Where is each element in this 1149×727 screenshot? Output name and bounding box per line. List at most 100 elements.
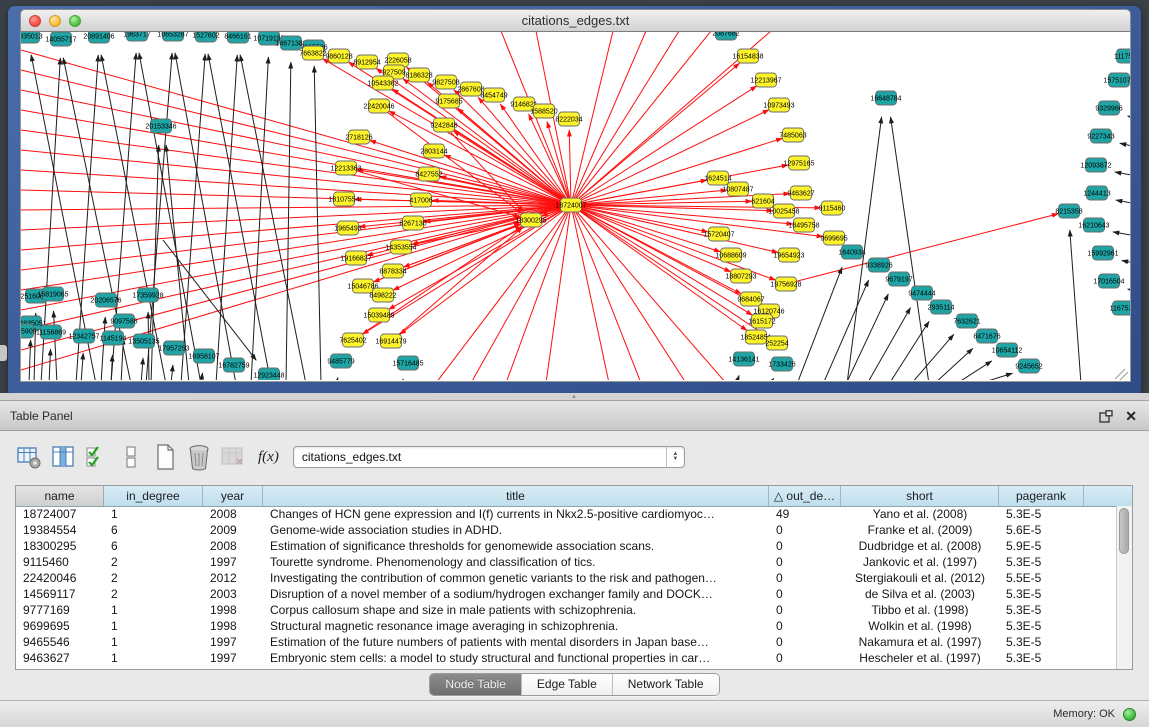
graph-node-label: 7632621 (953, 318, 980, 325)
tab-edge-table[interactable]: Edge Table (522, 674, 613, 695)
table-panel-titlebar: Table Panel ✕ (0, 400, 1149, 431)
table-row[interactable]: 2242004622012Investigating the contribut… (16, 570, 1117, 586)
window-resize-grip[interactable] (1115, 369, 1128, 380)
graph-edge (1113, 232, 1130, 237)
table-row[interactable]: 1456911722003Disruption of a novel membe… (16, 586, 1117, 602)
graph-edge (141, 358, 143, 380)
table-row[interactable]: 1872400712008Changes of HCN gene express… (16, 506, 1117, 522)
new-document-icon (153, 443, 177, 471)
table-cell: 9777169 (16, 602, 104, 618)
column-header-year[interactable]: year (203, 486, 263, 506)
table-cell: 22420046 (16, 570, 104, 586)
select-visible-columns-button[interactable] (82, 443, 112, 471)
graph-node-label: 2226058 (384, 57, 411, 64)
graph-edge (571, 205, 778, 253)
table-cell: 5.3E-5 (999, 618, 1084, 634)
graph-node-label: 927509 (382, 69, 405, 76)
show-columns-button[interactable] (48, 443, 78, 471)
graph-node-label: 18300295 (515, 217, 546, 224)
table-gear-icon (16, 444, 42, 470)
combo-stepper-icon: ▲▼ (666, 447, 684, 467)
table-row[interactable]: 911546021997Tourette syndrome. Phenomeno… (16, 554, 1117, 570)
float-panel-button[interactable] (1099, 410, 1113, 423)
graph-node-label: 11156869 (36, 329, 66, 336)
table-row[interactable]: 969969511998Structural magnetic resonanc… (16, 618, 1117, 634)
table-selector[interactable]: citations_edges.txt ▲▼ (293, 446, 685, 468)
panel-collapse-handle[interactable] (0, 345, 7, 361)
graph-node-label: 12975165 (783, 160, 814, 167)
network-window-titlebar[interactable]: citations_edges.txt (20, 9, 1131, 32)
row-height-button[interactable] (116, 443, 146, 471)
graph-edge (978, 373, 1012, 380)
graph-edge (389, 111, 571, 205)
import-table-button[interactable] (218, 443, 248, 471)
graph-edge (1122, 260, 1130, 265)
graph-node-label: 12923448 (253, 372, 284, 379)
column-header-in_degree[interactable]: in_degree (104, 486, 203, 506)
graph-node-label: 16958107 (188, 353, 219, 360)
table-cell: 2012 (203, 570, 263, 586)
table-row[interactable]: 1830029562008Estimation of significance … (16, 538, 1117, 554)
table-cell: Embryonic stem cells: a model to study s… (263, 650, 769, 666)
graph-node-label: 18807293 (725, 273, 756, 280)
table-disabled-icon (220, 444, 246, 470)
graph-edge (111, 355, 112, 380)
table-row[interactable]: 977716911998Corpus callosum shape and si… (16, 602, 1117, 618)
graph-edge (797, 267, 842, 380)
tab-network-table[interactable]: Network Table (613, 674, 719, 695)
create-column-button[interactable] (14, 443, 44, 471)
graph-node-label: 15819065 (37, 291, 68, 298)
table-row[interactable]: 946554611997Estimation of the future num… (16, 634, 1117, 650)
scrollbar-thumb[interactable] (1119, 508, 1129, 554)
create-table-button[interactable] (150, 443, 180, 471)
node-table: namein_degreeyeartitle△ out_de…shortpage… (15, 485, 1133, 670)
application-screen: citations_edges.txt 18350131405571720891… (0, 0, 1149, 727)
trash-icon (186, 443, 212, 471)
graph-edge (21, 205, 571, 250)
network-view-window: citations_edges.txt 18350131405571720891… (8, 6, 1141, 393)
graph-edge (29, 340, 31, 380)
graph-node-label: 15720407 (703, 231, 734, 238)
table-cell: 5.3E-5 (999, 650, 1084, 666)
graph-edge (201, 373, 203, 380)
table-cell: 1997 (203, 554, 263, 570)
table-cell: Tourette syndrome. Phenomenology and cla… (263, 554, 769, 570)
graph-node-label: 9860128 (325, 53, 352, 60)
table-cell: 2 (104, 586, 203, 602)
column-header-short[interactable]: short (841, 486, 999, 506)
graph-node-label: 12213967 (750, 77, 781, 84)
graph-edge (911, 334, 954, 380)
tab-node-table[interactable]: Node Table (430, 674, 522, 695)
graph-node-label: 2718126 (345, 134, 372, 141)
column-header-out_de[interactable]: △ out_de… (769, 486, 841, 506)
graph-node-label: 10654112 (992, 347, 1023, 354)
graph-node-label: 10653287 (157, 32, 188, 38)
graph-node-label: 1733426 (768, 361, 795, 368)
table-cell: 2009 (203, 522, 263, 538)
delete-table-button[interactable] (184, 443, 214, 471)
column-header-title[interactable]: title (263, 486, 769, 506)
graph-node-label: 9827508 (432, 79, 459, 86)
graph-edge (571, 205, 686, 380)
network-canvas[interactable]: 1835013140557172089140619637171065328715… (20, 32, 1131, 382)
table-cell: 1 (104, 602, 203, 618)
graph-edge (471, 205, 571, 380)
graph-edge (336, 378, 338, 380)
graph-node-label: 9684067 (737, 296, 764, 303)
table-row[interactable]: 1938455462009Genome-wide association stu… (16, 522, 1117, 538)
table-cell: 5.3E-5 (999, 554, 1084, 570)
panel-splitter[interactable]: ▴ (0, 393, 1149, 400)
function-builder-button[interactable]: f(x) (258, 449, 279, 466)
graph-node-label: 417006 (409, 197, 432, 204)
graph-edge (769, 378, 774, 380)
column-header-pagerank[interactable]: pagerank (999, 486, 1084, 506)
table-row[interactable]: 946362711997Embryonic stem cells: a mode… (16, 650, 1117, 666)
table-cell: 0 (769, 522, 841, 538)
table-cell: Estimation of the future numbers of pati… (263, 634, 769, 650)
graph-node-label: 15716485 (392, 360, 423, 367)
graph-node-label: 1624514 (704, 175, 731, 182)
table-cell: Estimation of significance thresholds fo… (263, 538, 769, 554)
column-header-name[interactable]: name (16, 486, 104, 506)
close-panel-button[interactable]: ✕ (1125, 408, 1137, 424)
table-scrollbar[interactable] (1116, 506, 1132, 669)
